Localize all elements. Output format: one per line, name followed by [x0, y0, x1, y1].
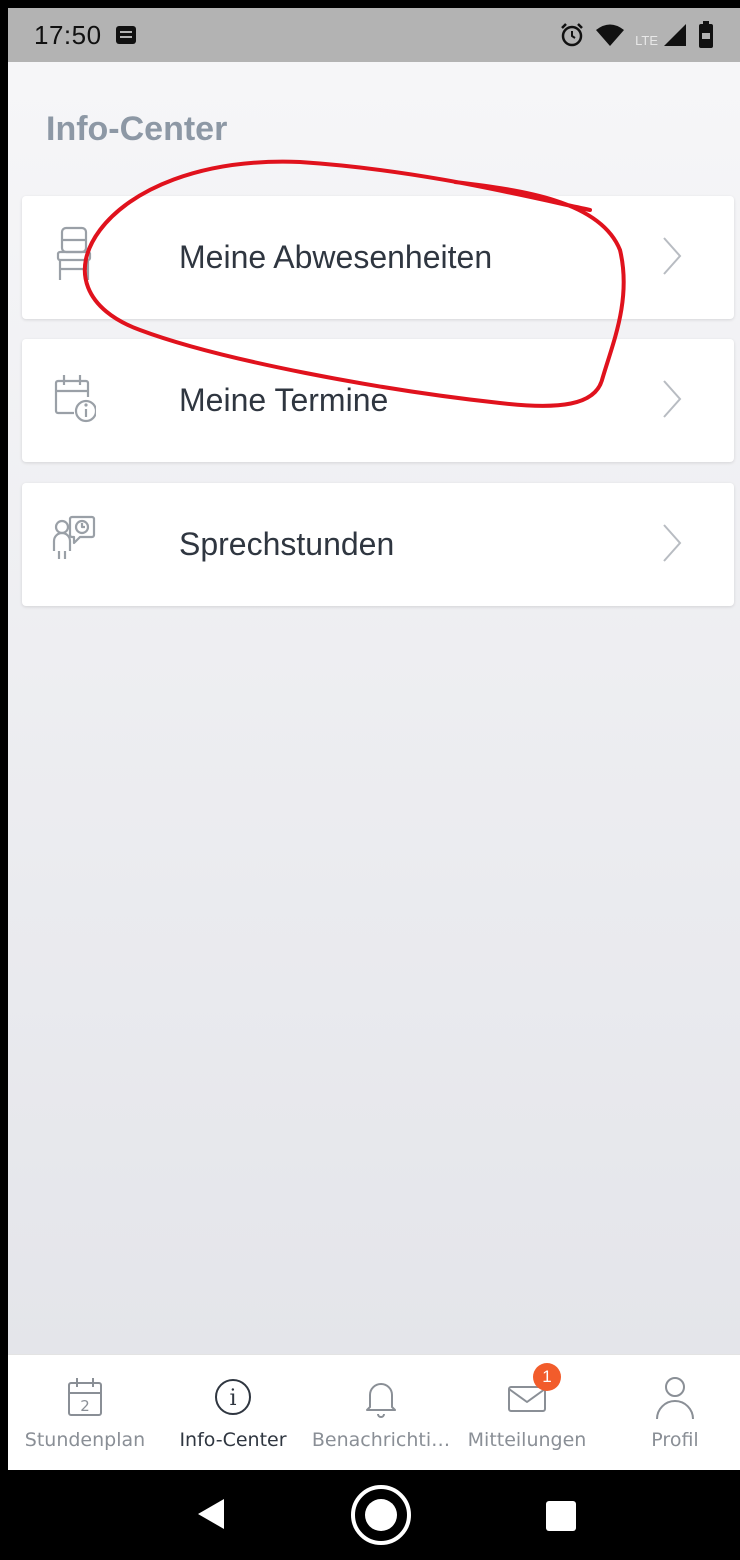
- bell-icon: [366, 1383, 396, 1418]
- menu-item-sprechstunden[interactable]: Sprechstunden: [22, 483, 734, 606]
- calendar-day: 2: [80, 1397, 90, 1415]
- tab-info-center[interactable]: i Info-Center: [168, 1355, 298, 1471]
- tab-label: Mitteilungen: [467, 1429, 587, 1451]
- unread-badge: 1: [533, 1363, 561, 1391]
- alarm-icon: [561, 23, 583, 47]
- chair-icon: [56, 226, 92, 280]
- tab-label: Info-Center: [179, 1429, 287, 1451]
- system-navigation-bar: [8, 1470, 740, 1560]
- tab-mitteilungen[interactable]: 1 Mitteilungen: [462, 1355, 592, 1471]
- menu-item-label: Sprechstunden: [179, 526, 395, 562]
- info-glyph: i: [229, 1386, 236, 1411]
- recent-apps-icon[interactable]: [546, 1501, 576, 1531]
- tab-label: Stundenplan: [24, 1429, 146, 1451]
- network-type: LTE: [635, 33, 658, 48]
- home-icon[interactable]: [351, 1485, 411, 1545]
- tab-stundenplan[interactable]: 2 Stundenplan: [20, 1355, 150, 1471]
- menu-item-label: Meine Termine: [179, 382, 389, 418]
- wifi-icon: [596, 24, 625, 46]
- back-icon[interactable]: [196, 1497, 226, 1531]
- chevron-right-icon: [663, 237, 682, 275]
- tab-label: Benachrichti…: [311, 1429, 451, 1451]
- menu-item-meine-termine[interactable]: Meine Termine: [22, 339, 734, 462]
- menu-item-label: Meine Abwesenheiten: [179, 239, 493, 275]
- status-bar: 17:50 LTE: [8, 8, 740, 62]
- person-clock-icon: [52, 515, 96, 559]
- info-icon: i: [215, 1379, 251, 1415]
- menu-item-meine-abwesenheiten[interactable]: Meine Abwesenheiten: [22, 196, 734, 319]
- person-icon: [656, 1377, 694, 1420]
- tab-profil[interactable]: Profil: [610, 1355, 740, 1471]
- signal-icon: [664, 24, 686, 46]
- chevron-right-icon: [663, 524, 682, 562]
- page-title: Info-Center: [46, 110, 228, 148]
- tab-benachrichtigungen[interactable]: Benachrichti…: [306, 1355, 456, 1471]
- status-icons: LTE: [559, 21, 714, 49]
- status-time: 17:50: [34, 19, 102, 50]
- chevron-right-icon: [663, 380, 682, 418]
- battery-icon: [699, 21, 713, 48]
- bottom-tab-bar: 2 Stundenplan i Info-Center Benachrichti…: [8, 1354, 740, 1470]
- calendar-info-icon: [54, 375, 96, 423]
- info-center-screen: Info-Center Meine Abwesenheiten Meine Te…: [8, 62, 740, 1354]
- calendar-icon: 2: [68, 1378, 102, 1416]
- tab-label: Profil: [651, 1429, 699, 1451]
- notification-icon: [115, 26, 136, 44]
